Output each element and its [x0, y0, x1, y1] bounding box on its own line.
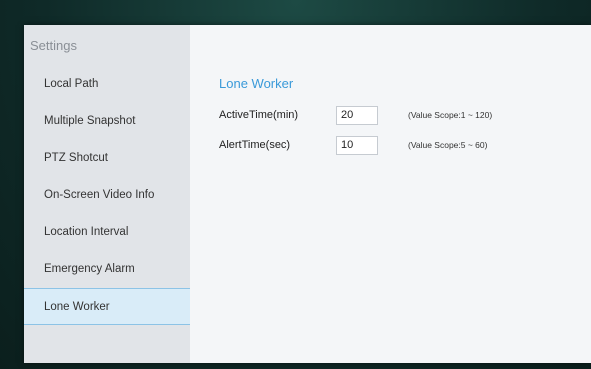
sidebar-item-local-path[interactable]: Local Path: [24, 66, 190, 103]
sidebar-item-lone-worker[interactable]: Lone Worker: [24, 288, 190, 325]
active-time-hint: (Value Scope:1 ~ 120): [408, 110, 493, 120]
active-time-input[interactable]: [336, 105, 378, 125]
sidebar-list: Local Path Multiple Snapshot PTZ Shotcut…: [24, 66, 190, 325]
settings-sidebar: Settings Local Path Multiple Snapshot PT…: [24, 25, 190, 363]
active-time-label: ActiveTime(min): [219, 109, 299, 121]
sidebar-item-ptz-shotcut[interactable]: PTZ Shotcut: [24, 140, 190, 177]
sidebar-item-on-screen-video-info[interactable]: On-Screen Video Info: [24, 177, 190, 214]
alert-time-hint: (Value Scope:5 ~ 60): [408, 140, 488, 150]
sidebar-item-location-interval[interactable]: Location Interval: [24, 214, 190, 251]
alert-time-label: AlertTime(sec): [219, 139, 291, 151]
settings-content: Lone Worker ActiveTime(min) (Value Scope…: [190, 25, 591, 363]
section-title: Lone Worker: [219, 76, 294, 91]
sidebar-title: Settings: [30, 38, 77, 53]
settings-window: Settings Local Path Multiple Snapshot PT…: [24, 25, 591, 363]
alert-time-row: AlertTime(sec) (Value Scope:5 ~ 60): [219, 135, 487, 155]
sidebar-item-multiple-snapshot[interactable]: Multiple Snapshot: [24, 103, 190, 140]
alert-time-input[interactable]: [336, 135, 378, 155]
sidebar-item-emergency-alarm[interactable]: Emergency Alarm: [24, 251, 190, 288]
active-time-row: ActiveTime(min) (Value Scope:1 ~ 120): [219, 105, 492, 125]
